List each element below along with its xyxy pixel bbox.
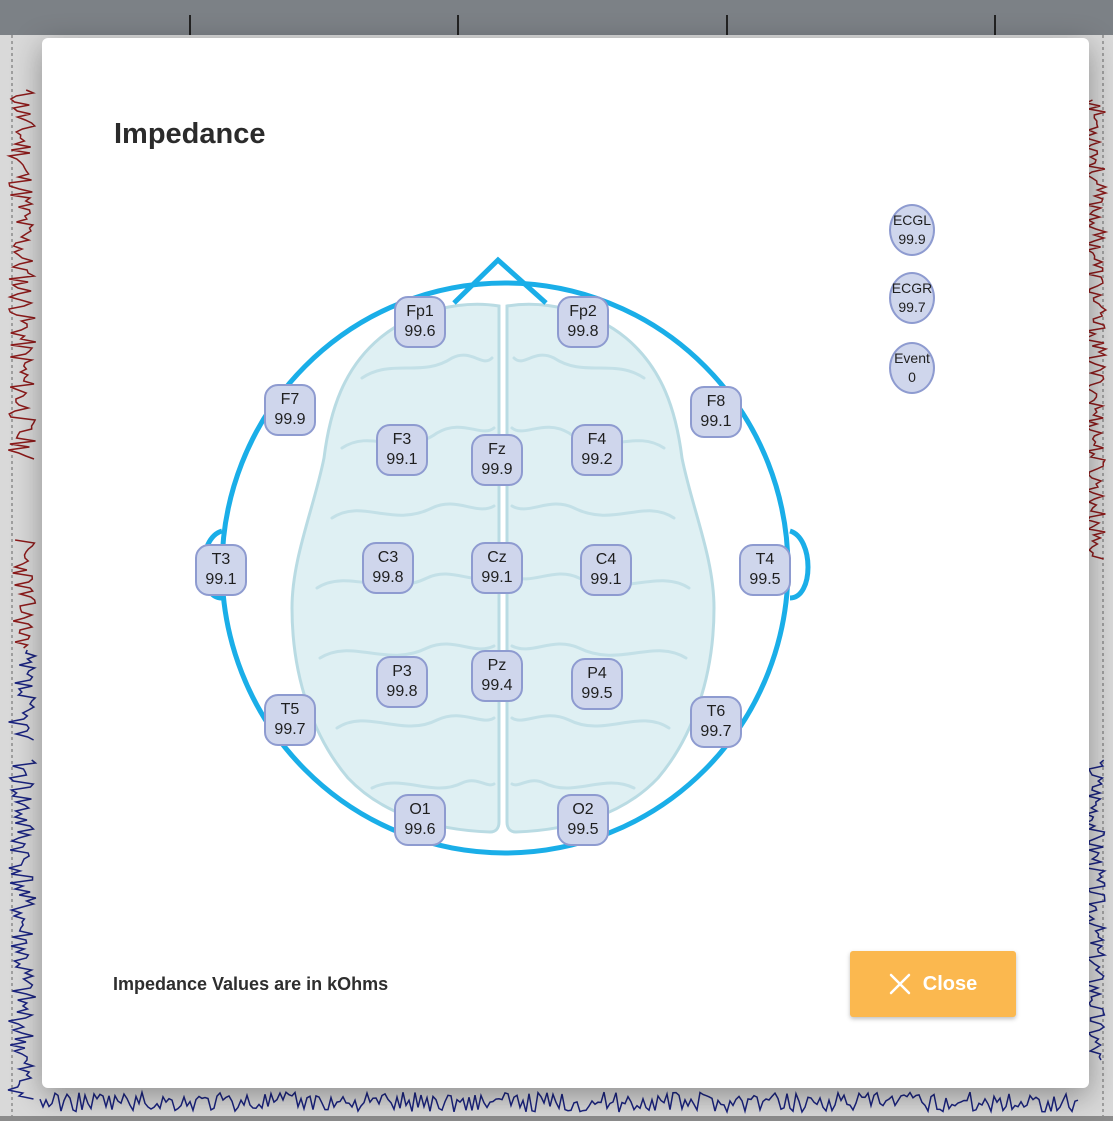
electrode-c3[interactable]: C3 99.8 [362, 542, 414, 594]
channel-name: T6 [706, 703, 726, 720]
impedance-value: 99.8 [372, 569, 404, 586]
impedance-value: 99.1 [481, 569, 513, 586]
electrode-p4[interactable]: P4 99.5 [571, 658, 623, 710]
channel-name: Event [894, 350, 930, 366]
channel-name: T5 [280, 701, 300, 718]
aux-channel-ecgl[interactable]: ECGL 99.9 [889, 204, 935, 256]
impedance-value: 99.5 [581, 685, 613, 702]
electrode-t3[interactable]: T3 99.1 [195, 544, 247, 596]
electrode-p3[interactable]: P3 99.8 [376, 656, 428, 708]
channel-name: F7 [280, 391, 300, 408]
electrode-f8[interactable]: F8 99.1 [690, 386, 742, 438]
channel-name: P4 [587, 665, 607, 682]
channel-name: F3 [392, 431, 412, 448]
electrode-fz[interactable]: Fz 99.9 [471, 434, 523, 486]
channel-name: Fz [488, 441, 506, 458]
impedance-value: 99.8 [567, 323, 599, 340]
units-note: Impedance Values are in kOhms [113, 974, 389, 994]
channel-name: Fp1 [406, 303, 434, 320]
electrode-f7[interactable]: F7 99.9 [264, 384, 316, 436]
impedance-value: 99.6 [404, 821, 436, 838]
electrode-o1[interactable]: O1 99.6 [394, 794, 446, 846]
channel-name: O2 [572, 801, 594, 818]
electrode-o2[interactable]: O2 99.5 [557, 794, 609, 846]
channel-name: Cz [487, 549, 507, 566]
impedance-value: 99.1 [700, 413, 732, 430]
electrode-pz[interactable]: Pz 99.4 [471, 650, 523, 702]
impedance-value: 99.7 [700, 723, 732, 740]
channel-name: Fp2 [569, 303, 597, 320]
channel-name: ECGR [891, 280, 933, 296]
aux-channel-event[interactable]: Event 0 [889, 342, 935, 394]
electrode-f4[interactable]: F4 99.2 [571, 424, 623, 476]
channel-name: ECGL [892, 212, 932, 228]
channel-name: C4 [595, 551, 617, 568]
impedance-value: 99.4 [481, 677, 513, 694]
channel-name: F8 [706, 393, 726, 410]
impedance-value: 99.9 [898, 231, 926, 247]
channel-name: T4 [755, 551, 775, 568]
channel-name: O1 [409, 801, 431, 818]
close-button-label: Close [922, 972, 978, 995]
aux-channel-ecgr[interactable]: ECGR 99.7 [889, 272, 935, 324]
impedance-value: 99.6 [404, 323, 436, 340]
close-icon [889, 973, 911, 995]
electrode-fp1[interactable]: Fp1 99.6 [394, 296, 446, 348]
impedance-value: 0 [908, 369, 916, 385]
channel-name: C3 [377, 549, 399, 566]
impedance-value: 99.7 [898, 299, 926, 315]
impedance-value: 99.9 [481, 461, 513, 478]
impedance-value: 99.1 [590, 571, 622, 588]
impedance-value: 99.8 [386, 683, 418, 700]
electrode-t6[interactable]: T6 99.7 [690, 696, 742, 748]
electrode-t4[interactable]: T4 99.5 [739, 544, 791, 596]
channel-name: P3 [392, 663, 412, 680]
impedance-value: 99.1 [205, 571, 237, 588]
impedance-value: 99.9 [274, 411, 306, 428]
electrode-cz[interactable]: Cz 99.1 [471, 542, 523, 594]
close-button[interactable]: Close [850, 951, 1016, 1017]
electrode-fp2[interactable]: Fp2 99.8 [557, 296, 609, 348]
impedance-value: 99.5 [749, 571, 781, 588]
impedance-value: 99.5 [567, 821, 599, 838]
electrode-c4[interactable]: C4 99.1 [580, 544, 632, 596]
electrode-t5[interactable]: T5 99.7 [264, 694, 316, 746]
channel-name: F4 [587, 431, 607, 448]
impedance-dialog: Impedance Fp1 99.6 Fp2 99.8 F7 99.9 F3 9… [42, 38, 1089, 1088]
impedance-value: 99.1 [386, 451, 418, 468]
channel-name: T3 [211, 551, 231, 568]
electrode-f3[interactable]: F3 99.1 [376, 424, 428, 476]
impedance-value: 99.7 [274, 721, 306, 738]
channel-name: Pz [487, 657, 507, 674]
impedance-value: 99.2 [581, 451, 613, 468]
